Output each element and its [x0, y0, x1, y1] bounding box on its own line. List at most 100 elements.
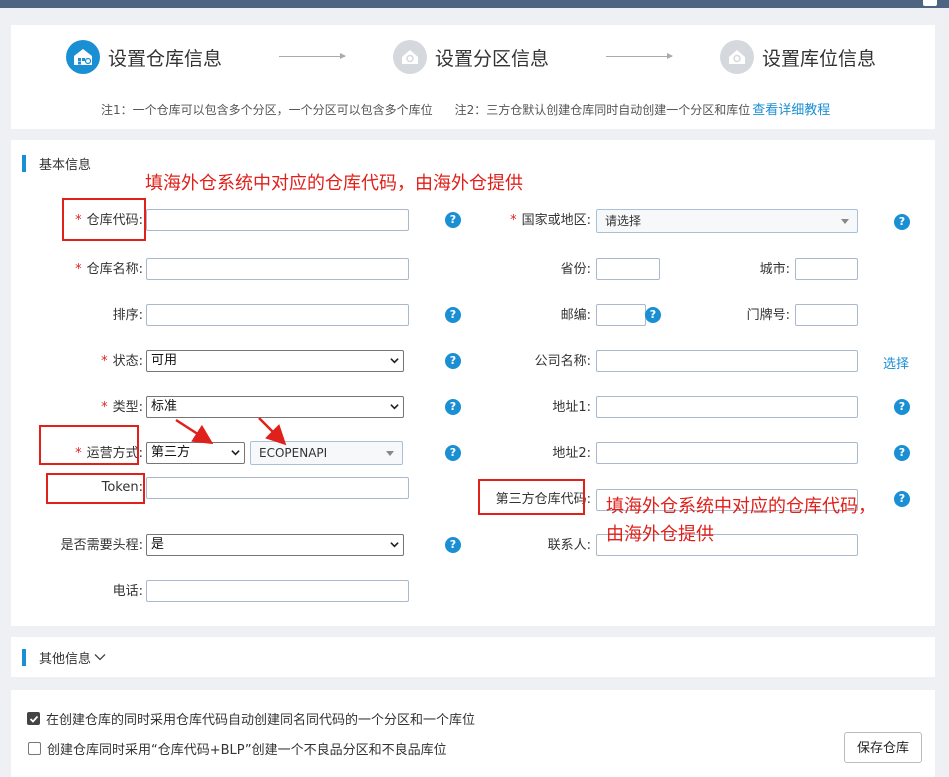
select-value: 第三方: [151, 445, 191, 460]
city-input[interactable]: [795, 258, 858, 280]
country-select[interactable]: 请选择: [596, 209, 858, 233]
circle-step-icon: [393, 40, 427, 74]
warehouse-icon: [66, 40, 100, 74]
required-mark: *: [101, 354, 108, 369]
step-label: 设置仓库信息: [108, 47, 223, 70]
help-icon[interactable]: ?: [445, 353, 461, 369]
section-header-other[interactable]: 其他信息: [22, 648, 106, 667]
auto-create-defect-zone-option[interactable]: 创建仓库同时采用“仓库代码+BLP”创建一个不良品分区和不良品库位: [28, 739, 447, 758]
city-label: 城市:: [711, 259, 790, 281]
step-warehouse: 设置仓库信息: [66, 39, 222, 75]
company-input[interactable]: [596, 350, 858, 372]
option-label: 在创建仓库的同时采用仓库代码自动创建同名同代码的一个分区和一个库位: [46, 713, 476, 728]
basic-info-panel: 基本信息 * 仓库代码: ? * 仓库名称: 排序: ? * 状态: 可用 ? * 类型…: [11, 140, 935, 626]
help-icon[interactable]: ?: [894, 445, 910, 461]
help-icon[interactable]: ?: [445, 445, 461, 461]
help-icon[interactable]: ?: [445, 399, 461, 415]
arrow-right-icon: [606, 53, 673, 59]
need-first-leg-select[interactable]: 是: [146, 534, 404, 556]
sort-label: 排序:: [51, 305, 143, 327]
address1-label: 地址1:: [501, 397, 591, 419]
label-text: 城市:: [759, 262, 790, 277]
required-mark: *: [75, 262, 82, 277]
required-mark: *: [101, 400, 108, 415]
select-value: 是: [151, 537, 165, 552]
province-label: 省份:: [501, 259, 591, 281]
postcode-input[interactable]: [596, 304, 646, 326]
section-bar: [22, 648, 26, 666]
footer-panel: 在创建仓库的同时采用仓库代码自动创建同名同代码的一个分区和一个库位 创建仓库同时…: [11, 690, 935, 777]
tutorial-link[interactable]: 查看详细教程: [752, 103, 830, 118]
arrow-right-icon: [279, 53, 346, 59]
chevron-down-icon: [94, 654, 106, 661]
close-icon[interactable]: [923, 0, 937, 6]
annotation-text-right-2: 由海外仓提供: [606, 524, 714, 545]
help-icon[interactable]: ?: [894, 399, 910, 415]
auto-create-zone-option[interactable]: 在创建仓库的同时采用仓库代码自动创建同名同代码的一个分区和一个库位: [27, 709, 475, 728]
select-value: ECOPENAPI: [259, 446, 328, 460]
address1-input[interactable]: [596, 396, 858, 418]
annotation-box-third-party: [478, 479, 585, 515]
type-select[interactable]: 标准: [146, 396, 404, 418]
label-text: 仓库名称:: [86, 262, 143, 277]
help-icon[interactable]: ?: [645, 307, 661, 323]
label-text: 门牌号:: [746, 308, 790, 323]
note-2: 注2：三方仓默认创建仓库同时自动创建一个分区和库位: [454, 103, 751, 117]
warehouse-name-input[interactable]: [146, 258, 409, 280]
company-label: 公司名称:: [481, 351, 591, 373]
help-icon[interactable]: ?: [894, 491, 910, 507]
label-text: 排序:: [112, 308, 143, 323]
chevron-down-icon: [390, 358, 399, 364]
token-input[interactable]: [146, 477, 409, 499]
step-label: 设置分区信息: [435, 47, 550, 70]
notes: 注1：一个仓库可以包含多个分区，一个分区可以包含多个库位 注2：三方仓默认创建仓库…: [101, 99, 830, 118]
annotation-text-top: 填海外仓系统中对应的仓库代码，由海外仓提供: [145, 173, 523, 194]
section-title: 基本信息: [39, 157, 92, 173]
other-info-panel[interactable]: 其他信息: [11, 637, 935, 677]
annotation-text-right-1: 填海外仓系统中对应的仓库代码，: [606, 496, 876, 517]
checkbox[interactable]: [27, 712, 40, 725]
section-title: 其他信息: [39, 651, 92, 667]
province-input[interactable]: [596, 258, 660, 280]
provider-select[interactable]: ECOPENAPI: [250, 441, 403, 465]
sort-input[interactable]: [146, 304, 409, 326]
status-select[interactable]: 可用: [146, 350, 404, 372]
label-text: 省份:: [560, 262, 591, 277]
chevron-down-icon: [231, 450, 240, 456]
save-warehouse-button[interactable]: 保存仓库: [844, 732, 922, 763]
help-icon[interactable]: ?: [445, 212, 461, 228]
help-icon[interactable]: ?: [894, 214, 910, 230]
checkbox[interactable]: [28, 742, 41, 755]
door-no-label: 门牌号:: [711, 305, 790, 327]
label-text: 是否需要头程:: [60, 538, 143, 553]
door-no-input[interactable]: [795, 304, 858, 326]
type-label: * 类型:: [51, 397, 143, 419]
step-location: 设置库位信息: [720, 39, 876, 75]
section-bar: [22, 154, 26, 172]
phone-input[interactable]: [146, 580, 409, 602]
chevron-down-icon: [390, 404, 399, 410]
company-select-link[interactable]: 选择: [883, 353, 909, 372]
address2-input[interactable]: [596, 442, 858, 464]
operation-mode-select[interactable]: 第三方: [146, 442, 245, 464]
window-title-bar: [0, 0, 949, 8]
label-text: 地址2:: [552, 446, 591, 461]
label-text: 电话:: [112, 584, 143, 599]
warehouse-code-input[interactable]: [146, 209, 409, 231]
option-label: 创建仓库同时采用“仓库代码+BLP”创建一个不良品分区和不良品库位: [47, 743, 447, 758]
label-text: 公司名称:: [534, 354, 591, 369]
select-value: 标准: [151, 399, 178, 414]
status-label: * 状态:: [51, 351, 143, 373]
help-icon[interactable]: ?: [445, 307, 461, 323]
country-label: * 国家或地区:: [481, 210, 591, 232]
step-label: 设置库位信息: [762, 47, 877, 70]
label-text: 联系人:: [547, 538, 591, 553]
label-text: 邮编:: [560, 308, 591, 323]
help-icon[interactable]: ?: [445, 537, 461, 553]
annotation-box-code: [62, 198, 146, 241]
step-zone: 设置分区信息: [393, 39, 549, 75]
select-value: 请选择: [605, 214, 642, 228]
phone-label: 电话:: [51, 581, 143, 603]
postcode-label: 邮编:: [501, 305, 591, 327]
label-text: 国家或地区:: [521, 213, 591, 228]
